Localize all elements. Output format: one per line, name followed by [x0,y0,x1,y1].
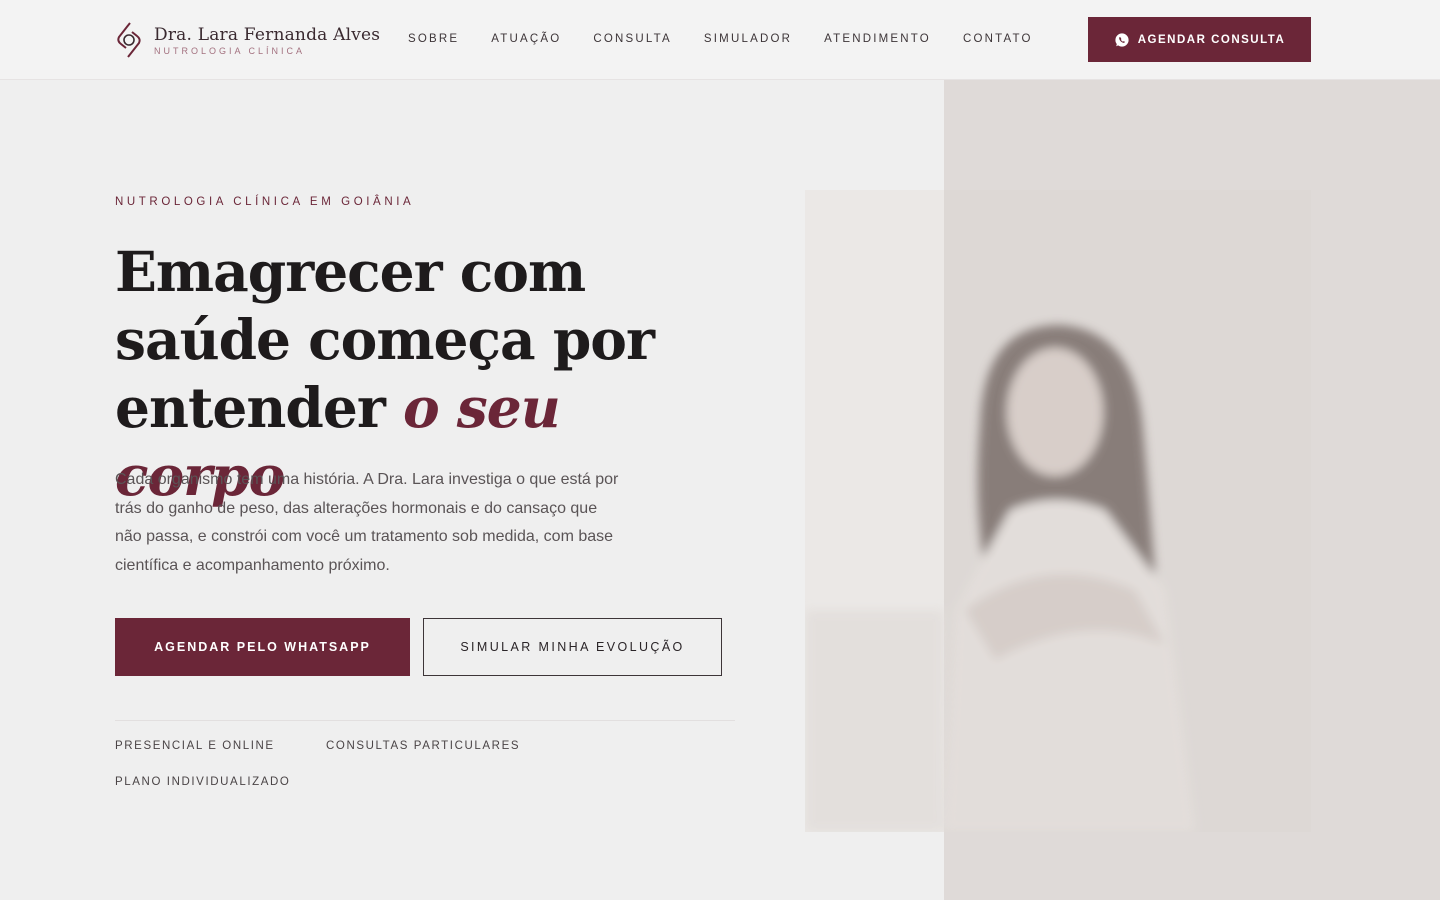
headline-line-1: Emagrecer com [115,239,586,304]
whatsapp-icon [1115,32,1129,47]
logo-name: Dra. Lara Fernanda Alves [154,24,381,45]
hero-eyebrow: NUTROLOGIA CLÍNICA EM GOIÂNIA [115,196,415,208]
nav-item-atuacao[interactable]: ATUAÇÃO [491,33,561,45]
logo-mark-icon [117,22,141,58]
nav-item-consulta[interactable]: CONSULTA [593,33,672,45]
whatsapp-schedule-button[interactable]: AGENDAR PELO WHATSAPP [115,618,410,676]
nav-item-atendimento[interactable]: ATENDIMENTO [824,33,931,45]
tag-plano-individualizado: PLANO INDIVIDUALIZADO [115,776,291,788]
logo[interactable]: Dra. Lara Fernanda Alves NUTROLOGIA CLÍN… [114,20,380,60]
schedule-appointment-label: AGENDAR CONSULTA [1137,33,1286,46]
tag-presencial-online: PRESENCIAL E ONLINE [115,740,275,752]
logo-text: Dra. Lara Fernanda Alves NUTROLOGIA CLÍN… [154,25,380,56]
nav-item-contato[interactable]: CONTATO [963,33,1033,45]
nav-item-simulador[interactable]: SIMULADOR [704,33,792,45]
portrait-silhouette [805,325,1195,832]
hero-divider [115,720,735,721]
site-header: Dra. Lara Fernanda Alves NUTROLOGIA CLÍN… [0,0,1440,80]
nav-item-sobre[interactable]: SOBRE [408,33,459,45]
headline-line-3: entender [115,375,403,440]
schedule-appointment-button[interactable]: AGENDAR CONSULTA [1088,17,1311,62]
hero-lead-paragraph: Cada organismo tem uma história. A Dra. … [115,471,619,574]
tag-consultas-particulares: CONSULTAS PARTICULARES [326,740,521,752]
simulate-evolution-button[interactable]: SIMULAR MINHA EVOLUÇÃO [423,618,722,676]
main-nav: SOBRE ATUAÇÃO CONSULTA SIMULADOR ATENDIM… [408,33,1065,45]
logo-subtitle: NUTROLOGIA CLÍNICA [154,45,306,56]
headline-line-2: saúde começa por [115,307,655,372]
doctor-portrait-image [805,190,1311,832]
